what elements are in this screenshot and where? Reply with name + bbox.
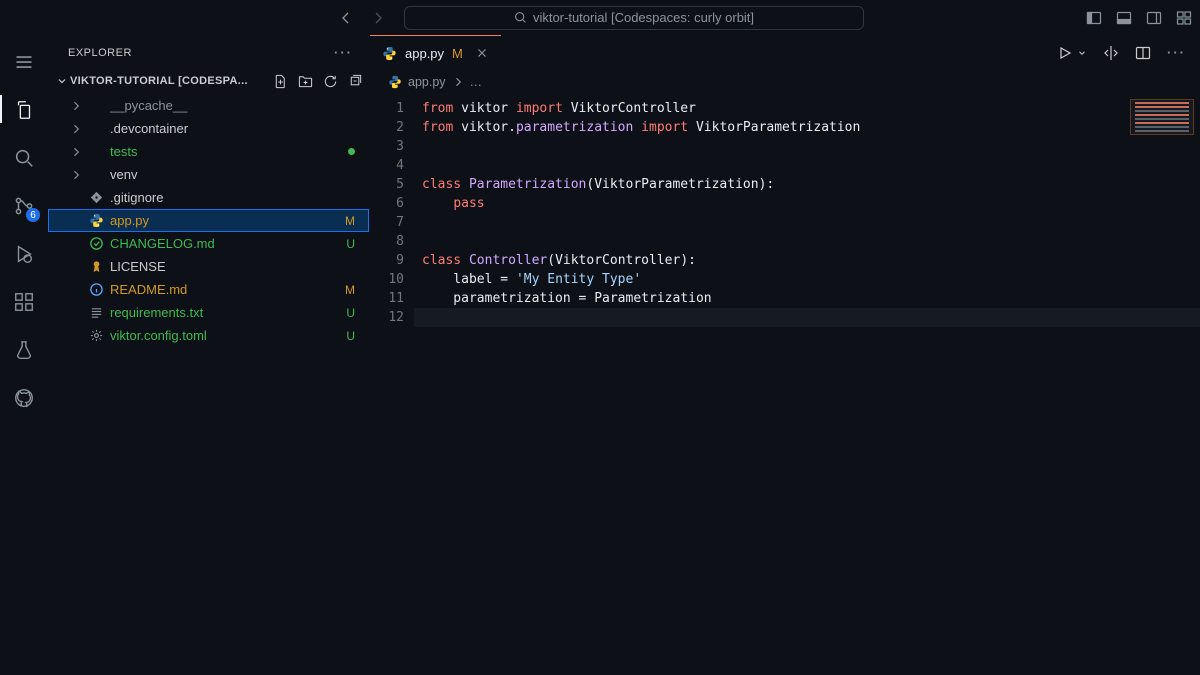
new-file-icon[interactable] [273, 74, 288, 89]
editor-tabs: app.py M ··· [370, 35, 1200, 71]
explorer-title: EXPLORER [68, 47, 132, 59]
tree-item[interactable]: viktor.config.toml U [48, 324, 369, 347]
tree-item[interactable]: __pycache__ [48, 94, 369, 117]
line-number-gutter: 123456789101112 [370, 93, 414, 675]
tree-item-label: .devcontainer [110, 121, 355, 136]
testing-icon[interactable] [11, 337, 37, 363]
nav-back-icon[interactable] [338, 10, 354, 26]
command-center-text: viktor-tutorial [Codespaces: curly orbit… [533, 10, 754, 25]
tree-item[interactable]: venv [48, 163, 369, 186]
file-tree: __pycache__ .devcontainer tests venv .gitign… [48, 92, 369, 347]
minimap[interactable] [1130, 99, 1194, 135]
git-status-badge: U [346, 329, 355, 343]
split-editor-icon[interactable] [1135, 45, 1151, 61]
source-control-icon[interactable]: 6 [11, 193, 37, 219]
tree-item-label: requirements.txt [110, 305, 340, 320]
explorer-icon[interactable] [11, 97, 37, 123]
run-dropdown-icon[interactable] [1077, 48, 1087, 58]
chevron-down-icon [56, 75, 68, 87]
tree-item[interactable]: tests [48, 140, 369, 163]
python-icon [88, 213, 104, 228]
close-tab-icon[interactable] [471, 46, 493, 60]
tree-item-label: CHANGELOG.md [110, 236, 340, 251]
tab-label: app.py [405, 46, 444, 61]
extensions-icon[interactable] [11, 289, 37, 315]
search-icon [514, 11, 527, 24]
editor-tab-app-py[interactable]: app.py M [370, 35, 501, 70]
breadcrumb-file: app.py [408, 75, 446, 89]
search-activity-icon[interactable] [11, 145, 37, 171]
md-icon [88, 236, 104, 251]
tree-item[interactable]: .gitignore [48, 186, 369, 209]
git-status-badge: M [345, 283, 355, 297]
explorer-folder-header[interactable]: VIKTOR-TUTORIAL [CODESPA... [48, 70, 369, 92]
menu-icon[interactable] [11, 49, 37, 75]
layout-secondary-icon[interactable] [1146, 10, 1162, 26]
layout-panel-icon[interactable] [1116, 10, 1132, 26]
tab-modified-badge: M [452, 46, 463, 61]
explorer-sidebar: EXPLORER ··· VIKTOR-TUTORIAL [CODESPA...… [48, 35, 370, 675]
tree-item[interactable]: requirements.txt U [48, 301, 369, 324]
split-compare-icon[interactable] [1103, 45, 1119, 61]
run-icon[interactable] [1057, 45, 1073, 61]
tree-item-label: tests [110, 144, 342, 159]
git-status-badge: M [345, 214, 355, 228]
gear-icon [88, 328, 104, 343]
python-file-icon [382, 46, 397, 61]
layout-customize-icon[interactable] [1176, 10, 1192, 26]
chevron-right-icon [70, 146, 82, 158]
command-center[interactable]: viktor-tutorial [Codespaces: curly orbit… [404, 6, 864, 30]
tree-item[interactable]: app.py M [48, 209, 369, 232]
explorer-more-icon[interactable]: ··· [334, 45, 353, 60]
chevron-right-icon [70, 169, 82, 181]
tree-item[interactable]: LICENSE [48, 255, 369, 278]
git-status-badge: U [346, 237, 355, 251]
tree-item-label: .gitignore [110, 190, 355, 205]
tree-item[interactable]: CHANGELOG.md U [48, 232, 369, 255]
tree-item[interactable]: .devcontainer [48, 117, 369, 140]
tree-item-label: __pycache__ [110, 98, 355, 113]
tree-item-label: README.md [110, 282, 339, 297]
explorer-folder-name: VIKTOR-TUTORIAL [CODESPA... [70, 75, 248, 87]
status-dot [348, 148, 355, 155]
gitignore-icon [88, 190, 104, 205]
tree-item-label: LICENSE [110, 259, 355, 274]
chevron-right-icon [452, 76, 464, 88]
license-icon [88, 259, 104, 274]
new-folder-icon[interactable] [298, 74, 313, 89]
tree-item-label: venv [110, 167, 355, 182]
scm-badge: 6 [26, 208, 40, 222]
code-editor[interactable]: 123456789101112 from viktor import Vikto… [370, 93, 1200, 675]
run-debug-icon[interactable] [11, 241, 37, 267]
editor-more-icon[interactable]: ··· [1167, 45, 1186, 60]
breadcrumb[interactable]: app.py … [370, 71, 1200, 93]
chevron-right-icon [70, 100, 82, 112]
tree-item[interactable]: README.md M [48, 278, 369, 301]
activity-bar: 6 [0, 35, 48, 675]
layout-primary-icon[interactable] [1086, 10, 1102, 26]
refresh-icon[interactable] [323, 74, 338, 89]
tree-item-label: viktor.config.toml [110, 328, 340, 343]
txt-icon [88, 305, 104, 320]
breadcrumb-more: … [470, 75, 483, 89]
nav-forward-icon[interactable] [370, 10, 386, 26]
github-icon[interactable] [11, 385, 37, 411]
chevron-right-icon [70, 123, 82, 135]
info-icon [88, 282, 104, 297]
python-file-icon [388, 75, 402, 89]
collapse-all-icon[interactable] [348, 74, 363, 89]
title-bar: viktor-tutorial [Codespaces: curly orbit… [0, 0, 1200, 35]
git-status-badge: U [346, 306, 355, 320]
tree-item-label: app.py [110, 213, 339, 228]
editor-group: app.py M ··· app.py … 12345678 [370, 35, 1200, 675]
code-content[interactable]: from viktor import ViktorControllerfrom … [414, 93, 1200, 675]
